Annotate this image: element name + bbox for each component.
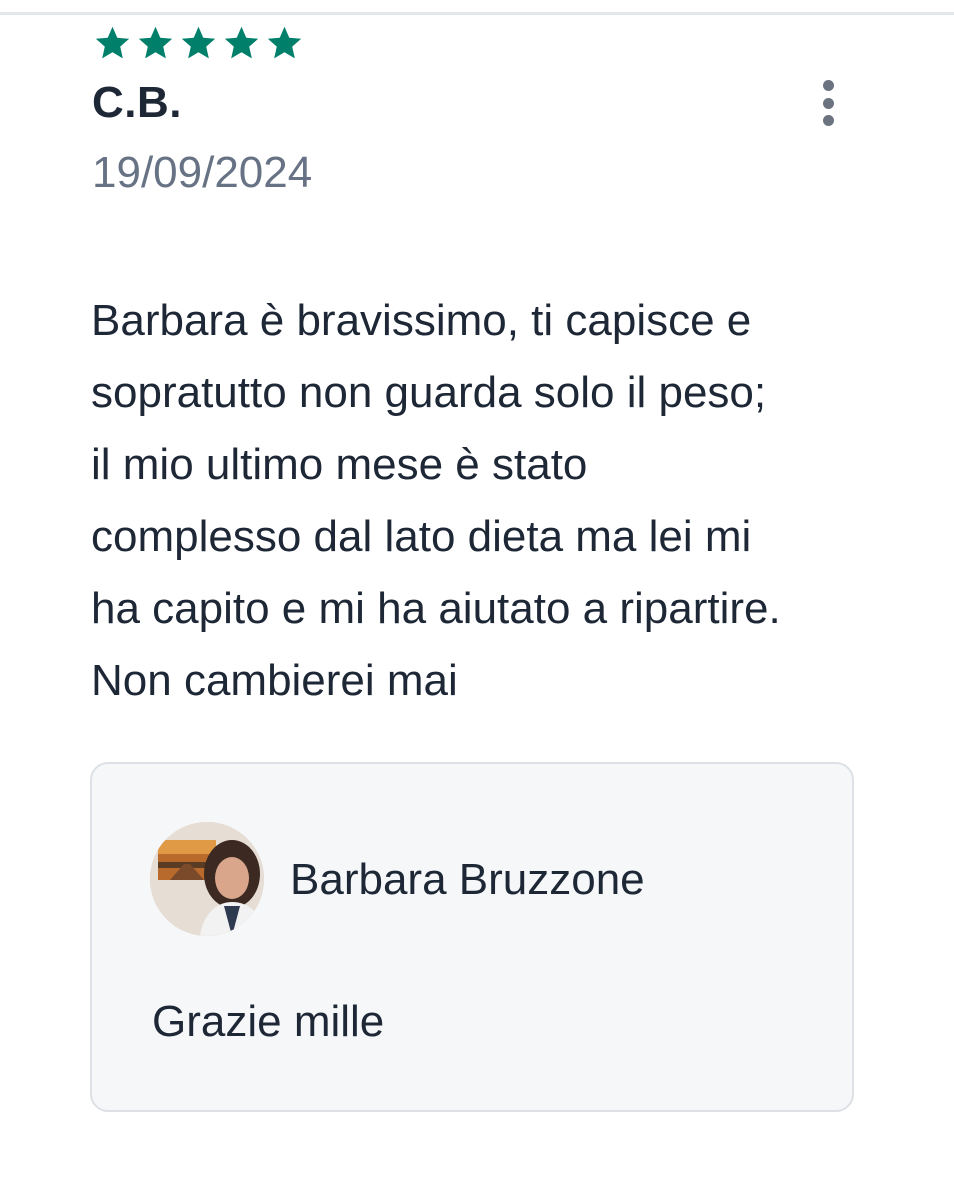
review-text-line: ha capito e mi ha aiutato a ripartire. [91, 584, 781, 633]
review-text-line: sopratutto non guarda solo il peso; [91, 368, 767, 417]
review-text-line: il mio ultimo mese è stato [91, 440, 588, 489]
star-icon [138, 26, 173, 59]
avatar [150, 822, 264, 936]
top-divider [0, 12, 954, 15]
more-options-button[interactable] [808, 80, 848, 126]
review-date: 19/09/2024 [92, 148, 313, 197]
more-vertical-icon [822, 80, 834, 91]
review-text-line: Non cambierei mai [91, 656, 458, 705]
review-text: Barbara è bravissimo, ti capisce e sopra… [91, 285, 881, 717]
review-author: C.B. [92, 78, 182, 127]
review-text-line: Barbara è bravissimo, ti capisce e [91, 296, 752, 345]
more-vertical-icon [822, 97, 834, 109]
star-icon [267, 26, 302, 59]
avatar-photo [150, 822, 264, 936]
reply-author: Barbara Bruzzone [290, 855, 645, 904]
star-icon [224, 26, 259, 59]
star-icon [181, 26, 216, 59]
more-vertical-icon [822, 115, 834, 126]
reply-text: Grazie mille [152, 997, 385, 1046]
reply-card: Barbara Bruzzone Grazie mille [90, 762, 854, 1112]
star-icon [95, 26, 130, 59]
rating-stars [94, 24, 303, 61]
review-text-line: complesso dal lato dieta ma lei mi [91, 512, 752, 561]
